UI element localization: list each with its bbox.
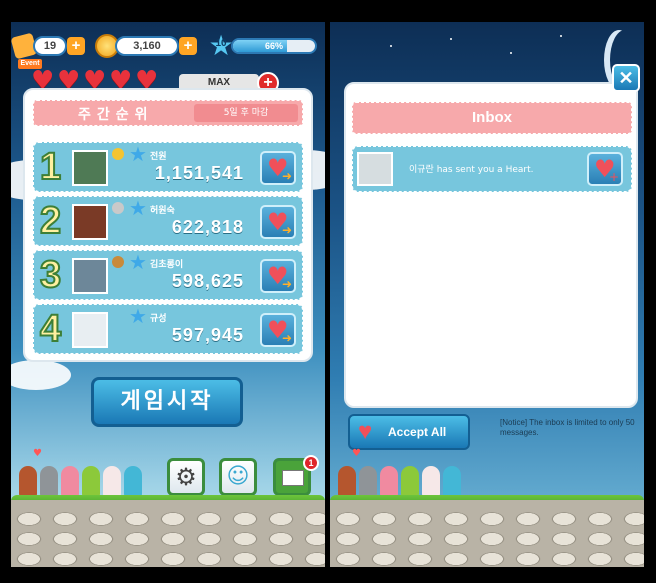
character	[19, 466, 37, 498]
buy-coins-button[interactable]: +	[179, 37, 197, 55]
character-lineup	[338, 460, 478, 500]
ranking-title-bar: 주간순위 5일 후 마감	[33, 100, 303, 126]
close-button[interactable]: ✕	[612, 64, 640, 92]
xp-label: 66%	[264, 41, 283, 51]
player-name: 규성	[150, 314, 167, 324]
lobby-screen: 19 + Event 3,160 + 66% ★ 10 ♥ ♥ ♥ ♥ ♥ MAX + …	[11, 0, 325, 583]
avatar	[72, 312, 108, 348]
character	[443, 466, 461, 498]
start-game-button[interactable]: 게임시작	[91, 377, 243, 427]
level-star-icon: ★	[129, 142, 147, 166]
send-heart-button[interactable]: ♥ ➜	[260, 205, 296, 239]
message-text: 이규란 has sent you a Heart.	[409, 165, 534, 175]
level-star-icon: ★	[129, 196, 147, 220]
inbox-notice: [Notice] The inbox is limited to only 50…	[500, 418, 635, 437]
avatar	[72, 150, 108, 186]
character-lineup	[19, 460, 159, 500]
level-number: 10	[215, 38, 227, 49]
character	[422, 466, 440, 498]
deadline-label: 5일 후 마감	[194, 104, 298, 122]
message-row: 이규란 has sent you a Heart. ♥ +	[352, 146, 632, 192]
player-name: 전원	[150, 152, 167, 162]
silver-medal-icon	[112, 202, 124, 214]
character	[380, 466, 398, 498]
settings-button[interactable]: ⚙	[167, 458, 205, 496]
character	[124, 466, 142, 498]
character	[40, 466, 58, 498]
arrow-icon: ➜	[281, 223, 292, 237]
bronze-medal-icon	[112, 256, 124, 268]
star-dot	[560, 35, 562, 37]
arrow-icon: ➜	[281, 331, 292, 345]
star-dot	[510, 52, 512, 54]
heart-icon: ♥	[352, 448, 361, 459]
player-score: 1,151,541	[154, 163, 244, 183]
player-score: 597,945	[171, 325, 244, 345]
ranking-row: 3 ★ 김초롱이 598,625 ♥ ➜	[33, 250, 303, 300]
buy-tickets-button[interactable]: +	[67, 37, 85, 55]
stone-wall	[11, 509, 325, 567]
avatar	[72, 258, 108, 294]
mail-badge: 1	[303, 455, 319, 471]
rank-number: 2	[39, 199, 62, 243]
send-heart-button[interactable]: ♥ ➜	[260, 313, 296, 347]
stone-wall	[330, 509, 644, 567]
gold-medal-icon	[112, 148, 124, 160]
player-name: 허원숙	[150, 206, 175, 216]
ranking-row: 2 ★ 허원숙 622,818 ♥ ➜	[33, 196, 303, 246]
star-dot	[390, 45, 392, 47]
ranking-row: 4 ★ 규성 597,945 ♥ ➜	[33, 304, 303, 354]
avatar	[72, 204, 108, 240]
heart-icon: ♥	[33, 448, 42, 459]
inbox-panel: Inbox 이규란 has sent you a Heart. ♥ +	[344, 82, 638, 408]
player-name: 김초롱이	[150, 260, 184, 270]
plus-icon: +	[608, 170, 619, 184]
avatar	[357, 152, 393, 186]
character	[401, 466, 419, 498]
character	[359, 466, 377, 498]
rank-number: 4	[39, 307, 62, 351]
ticket-count: 19	[33, 36, 67, 56]
ranking-panel: 주간순위 5일 후 마감 1 ★ 전원 1,151,541 ♥ ➜ 2 ★ 허원숙…	[23, 88, 313, 362]
ranking-title: 주간순위	[78, 107, 154, 123]
star-dot	[450, 38, 452, 40]
level-star-icon: ★	[129, 250, 147, 274]
send-heart-button[interactable]: ♥ ➜	[260, 151, 296, 185]
coin-count: 3,160	[115, 36, 179, 56]
mail-icon	[282, 470, 304, 486]
inbox-title: Inbox	[352, 102, 632, 134]
ranking-row: 1 ★ 전원 1,151,541 ♥ ➜	[33, 142, 303, 192]
inbox-screen: Inbox 이규란 has sent you a Heart. ♥ + ✕ ♥ A…	[330, 0, 644, 583]
friends-icon: ☺	[226, 464, 250, 489]
xp-bar: 66%	[231, 38, 317, 54]
accept-all-label: Accept All	[388, 425, 447, 439]
arrow-icon: ➜	[281, 169, 292, 183]
character	[338, 466, 356, 498]
heart-icon: ♥	[358, 418, 373, 445]
arrow-icon: ➜	[281, 277, 292, 291]
gear-icon: ⚙	[175, 463, 197, 491]
friends-button[interactable]: ☺	[219, 458, 257, 496]
close-icon: ✕	[618, 68, 634, 88]
player-score: 622,818	[171, 217, 244, 237]
rank-number: 3	[39, 253, 62, 297]
send-heart-button[interactable]: ♥ ➜	[260, 259, 296, 293]
status-bar: 19 + Event 3,160 + 66% ★ 10	[11, 32, 325, 69]
rank-number: 1	[39, 145, 62, 189]
accept-all-button[interactable]: ♥ Accept All	[348, 414, 470, 450]
character	[103, 466, 121, 498]
level-star-icon: ★	[129, 304, 147, 328]
character	[61, 466, 79, 498]
accept-heart-button[interactable]: ♥ +	[587, 152, 623, 186]
player-score: 598,625	[171, 271, 244, 291]
character	[82, 466, 100, 498]
